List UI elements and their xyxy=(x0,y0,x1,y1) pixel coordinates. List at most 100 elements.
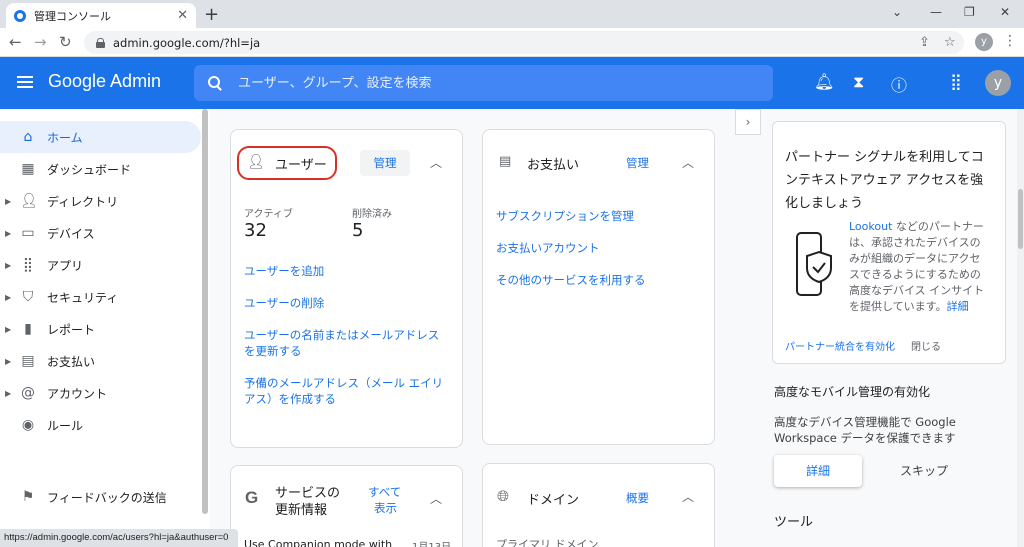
search-bar[interactable] xyxy=(194,65,773,101)
account-avatar[interactable]: y xyxy=(985,70,1011,96)
apps-grid-icon[interactable]: ⣿ xyxy=(950,72,962,91)
bar-chart-icon: ▮ xyxy=(24,321,32,337)
users-card-title[interactable]: ユーザー xyxy=(275,154,327,173)
expand-caret-icon[interactable]: ▶ xyxy=(5,389,11,398)
lookout-link[interactable]: Lookout xyxy=(849,220,892,233)
tab-title: 管理コンソール xyxy=(34,9,111,23)
share-icon[interactable]: ⇪ xyxy=(919,35,930,50)
main-content: 👤︎ ユーザー 管理 ︿ アクティブ 32 削除済み 5 ユーザーを追加 ユーザ… xyxy=(212,109,732,547)
url-text: admin.google.com/?hl=ja xyxy=(113,35,261,50)
alias-email-link[interactable]: 予備のメールアドレス（メール エイリ xyxy=(244,375,443,391)
view-all-link-line2[interactable]: 表示 xyxy=(374,500,397,516)
expand-caret-icon[interactable]: ▶ xyxy=(5,197,11,206)
page-scrollbar[interactable] xyxy=(1017,109,1024,547)
sidebar-item-directory[interactable]: ▶ 👤︎ ディレクトリ xyxy=(0,185,201,217)
partner-title-line2: ンテキストアウェア アクセスを強 xyxy=(785,173,984,188)
active-users-label: アクティブ xyxy=(244,209,293,220)
active-users-count[interactable]: 32 xyxy=(244,220,267,241)
mobile-detail-button[interactable]: 詳細 xyxy=(774,455,862,487)
billing-manage-button[interactable]: 管理 xyxy=(626,155,649,171)
sidebar-item-apps[interactable]: ▶ ⣿ アプリ xyxy=(0,249,201,281)
partner-body-line6: を提供しています。詳細 xyxy=(849,300,969,313)
expand-caret-icon[interactable]: ▶ xyxy=(5,357,11,366)
new-tab-icon[interactable]: + xyxy=(204,4,219,25)
billing-card-title[interactable]: お支払い xyxy=(527,154,579,173)
collapse-chevron-icon[interactable]: ︿ xyxy=(430,490,442,507)
search-input[interactable] xyxy=(238,75,738,91)
tasks-hourglass-icon[interactable]: ⧗ xyxy=(853,72,864,92)
home-icon: ⌂ xyxy=(23,129,33,145)
deleted-users-label: 削除済み xyxy=(352,209,392,220)
right-panel: パートナー シグナルを利用してコ ンテキストアウェア アクセスを強 化しましょう… xyxy=(762,109,1016,547)
update-item-text[interactable]: Use Companion mode with xyxy=(244,538,392,547)
tab-search-icon[interactable]: ⌄ xyxy=(892,5,902,19)
expand-caret-icon[interactable]: ▶ xyxy=(5,293,11,302)
collapse-chevron-icon[interactable]: ︿ xyxy=(682,154,694,171)
manage-subscriptions-link[interactable]: サブスクリプションを管理 xyxy=(496,208,634,224)
domain-card-title[interactable]: ドメイン xyxy=(527,489,579,508)
domain-overview-link[interactable]: 概要 xyxy=(626,490,649,506)
page-scrollbar-thumb[interactable] xyxy=(1018,189,1023,249)
notifications-bell-icon[interactable]: 🔔︎ xyxy=(814,72,834,91)
reload-icon[interactable]: ↻ xyxy=(59,33,72,51)
bookmark-star-icon[interactable]: ☆ xyxy=(944,35,956,50)
sidebar-item-account[interactable]: ▶ @ アカウント xyxy=(0,377,201,409)
alias-email-link-line2[interactable]: アス）を作成する xyxy=(244,391,336,407)
view-all-link[interactable]: すべて xyxy=(368,484,401,500)
feedback-button[interactable]: ⚑ フィードバックの送信 xyxy=(0,481,201,513)
browser-tab[interactable]: 管理コンソール ✕ xyxy=(6,3,196,28)
rename-user-link-line2[interactable]: を更新する xyxy=(244,343,302,359)
close-partner-card-button[interactable]: 閉じる xyxy=(911,340,941,356)
sidebar: ⌂ ホーム ▦ ダッシュボード ▶ 👤︎ ディレクトリ ▶ ▭ デバイス ▶ ⣿… xyxy=(0,109,210,529)
sidebar-item-rules[interactable]: ◉ ルール xyxy=(0,409,201,441)
app-logo-title[interactable]: Google Admin xyxy=(48,71,161,92)
tab-close-icon[interactable]: ✕ xyxy=(177,8,188,23)
feedback-icon: ⚑ xyxy=(21,489,35,505)
expand-caret-icon[interactable]: ▶ xyxy=(5,229,11,238)
sidebar-item-home[interactable]: ⌂ ホーム xyxy=(0,121,201,153)
deleted-users-count[interactable]: 5 xyxy=(352,220,363,241)
rename-user-link[interactable]: ユーザーの名前またはメールアドレス xyxy=(244,327,439,343)
browser-menu-icon[interactable]: ⋮ xyxy=(1003,33,1017,49)
url-field[interactable]: admin.google.com/?hl=ja ⇪ ☆ xyxy=(84,31,964,54)
mobile-skip-button[interactable]: スキップ xyxy=(884,455,964,487)
users-card: 👤︎ ユーザー 管理 ︿ アクティブ 32 削除済み 5 ユーザーを追加 ユーザ… xyxy=(230,129,463,448)
users-manage-button[interactable]: 管理 xyxy=(360,150,410,176)
partner-detail-link[interactable]: 詳細 xyxy=(947,300,969,313)
restore-icon[interactable]: ❐ xyxy=(964,5,975,19)
mobile-management-body-line2: Workspace データを保護できます xyxy=(774,431,956,445)
add-user-link[interactable]: ユーザーを追加 xyxy=(244,263,324,279)
back-icon[interactable]: ← xyxy=(9,33,22,51)
partner-body-line3: みが組織のデータにアクセ xyxy=(849,252,981,265)
collapse-chevron-icon[interactable]: ︿ xyxy=(430,154,442,171)
updates-title-line2: 更新情報 xyxy=(275,503,328,518)
lock-icon[interactable] xyxy=(96,37,105,48)
sidebar-item-billing[interactable]: ▶ ▤ お支払い xyxy=(0,345,201,377)
expand-caret-icon[interactable]: ▶ xyxy=(5,261,11,270)
browser-profile-avatar[interactable]: y xyxy=(975,33,993,51)
billing-accounts-link[interactable]: お支払いアカウント xyxy=(496,240,600,256)
forward-icon[interactable]: → xyxy=(34,33,47,51)
minimize-icon[interactable]: — xyxy=(930,5,942,19)
partner-signals-card: パートナー シグナルを利用してコ ンテキストアウェア アクセスを強 化しましょう… xyxy=(772,121,1006,364)
sidebar-item-dashboard[interactable]: ▦ ダッシュボード xyxy=(0,153,201,185)
sidebar-item-security[interactable]: ▶ ⛉ セキュリティ xyxy=(0,281,201,313)
other-services-link[interactable]: その他のサービスを利用する xyxy=(496,272,646,288)
dashboard-icon: ▦ xyxy=(21,161,35,177)
sidebar-scrollbar[interactable] xyxy=(202,109,208,514)
help-icon[interactable]: ⓘ xyxy=(891,72,907,96)
panel-collapse-chevron-icon[interactable]: › xyxy=(735,109,761,135)
sidebar-item-reports[interactable]: ▶ ▮ レポート xyxy=(0,313,201,345)
collapse-chevron-icon[interactable]: ︿ xyxy=(682,488,694,505)
main-menu-icon[interactable] xyxy=(17,76,33,88)
partner-body-line5: 高度なデバイス インサイト xyxy=(849,284,985,297)
sidebar-item-devices[interactable]: ▶ ▭ デバイス xyxy=(0,217,201,249)
address-bar: ← → ↻ admin.google.com/?hl=ja ⇪ ☆ xyxy=(0,28,1024,57)
enable-partner-integration-link[interactable]: パートナー統合を有効化 xyxy=(785,340,895,356)
close-window-icon[interactable]: ✕ xyxy=(1000,5,1010,19)
delete-user-link[interactable]: ユーザーの削除 xyxy=(244,295,324,311)
globe-icon: 🌐︎ xyxy=(497,487,510,505)
credit-card-icon: ▤ xyxy=(499,154,512,169)
search-icon[interactable] xyxy=(208,76,222,90)
expand-caret-icon[interactable]: ▶ xyxy=(5,325,11,334)
